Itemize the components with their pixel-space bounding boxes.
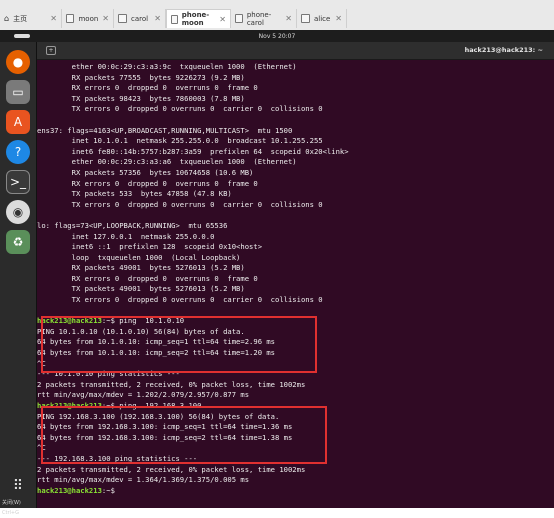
terminal-line: ens37: flags=4163<UP,BROADCAST,RUNNING,M… [37,125,293,135]
vm-icon [118,14,127,23]
bottom-caption: 关闭(W) Ctrl+G [0,498,36,516]
home-icon: ⌂ [4,14,10,23]
dock: ● ▭ A ? >_ ◉ ♻ ⠿ [0,42,36,508]
system-top-bar: Nov 5 20:07 [0,30,554,42]
tab-label: phone-carol [246,10,272,27]
terminal-line: --- 10.1.0.10 ping statistics --- [37,369,180,379]
terminal-output[interactable]: ether 00:0c:29:c3:a3:9c txqueuelen 1000 … [37,62,554,508]
tab-phone-moon[interactable]: phone-moon ✕ [166,9,231,28]
tab-label: carol [131,14,149,23]
tab-label: moon [78,14,99,23]
app-store-icon[interactable]: A [6,110,30,134]
vm-icon [301,14,310,23]
terminal-line: TX errors 0 dropped 0 overruns 0 carrier… [37,104,323,114]
terminal-line: lo: flags=73<UP,LOOPBACK,RUNNING> mtu 65… [37,220,228,230]
terminal-line: inet 127.0.0.1 netmask 255.0.0.0 [37,231,215,241]
close-icon[interactable]: ✕ [285,14,292,23]
terminal-line: RX errors 0 dropped 0 overruns 0 frame 0 [37,83,258,93]
terminal-line: RX packets 77555 bytes 9226273 (9.2 MB) [37,72,245,82]
terminal-line: hack213@hack213:~$ ping 10.1.0.10 [37,316,554,327]
terminal-header: + hack213@hack213: ~ [37,42,554,60]
shell-command: :~$ ping 192.168.3.100 [101,401,202,410]
terminal-icon[interactable]: >_ [6,170,30,194]
terminal-line: --- 192.168.3.100 ping statistics --- [37,453,198,463]
tab-strip: ⌂ 主页 ✕ moon ✕ carol ✕ phone-moon ✕ phone… [0,0,554,31]
terminal-line: hack213@hack213:~$ [37,486,554,497]
terminal-window[interactable]: + hack213@hack213: ~ ether 00:0c:29:c3:a… [36,42,554,508]
activities-indicator[interactable] [14,34,30,38]
terminal-line: PING 10.1.0.10 (10.1.0.10) 56(84) bytes … [37,326,245,336]
terminal-line: 64 bytes from 10.1.0.10: icmp_seq=1 ttl=… [37,337,275,347]
terminal-line: rtt min/avg/max/mdev = 1.364/1.369/1.375… [37,475,250,485]
terminal-line: 2 packets transmitted, 2 received, 0% pa… [37,379,306,389]
close-icon[interactable]: ✕ [102,14,109,23]
terminal-line: PING 192.168.3.100 (192.168.3.100) 56(84… [37,411,280,421]
terminal-line: 64 bytes from 10.1.0.10: icmp_seq=2 ttl=… [37,348,275,358]
shell-command: :~$ [101,485,115,495]
close-icon[interactable]: ✕ [154,14,161,23]
terminal-line: inet 10.1.0.1 netmask 255.255.0.0 broadc… [37,136,323,146]
terminal-line: ether 00:0c:29:c3:a3:a6 txqueuelen 1000 … [37,157,297,167]
terminal-line: RX errors 0 dropped 0 overruns 0 frame 0 [37,273,258,283]
terminal-line: inet6 ::1 prefixlen 128 scopeid 0x10<hos… [37,242,263,252]
terminal-line: inet6 fe80::14b:5757:b287:3a59 prefixlen… [37,146,349,156]
close-icon[interactable]: ✕ [50,14,57,23]
terminal-line: TX packets 533 bytes 47858 (47.8 KB) [37,189,232,199]
terminal-line: TX packets 98423 bytes 7860003 (7.8 MB) [37,93,245,103]
terminal-line: ether 00:0c:29:c3:a3:9c txqueuelen 1000 … [37,62,297,71]
terminal-line: ^C [37,358,46,368]
tab-phone-carol[interactable]: phone-carol ✕ [231,9,297,28]
vm-icon [66,14,75,23]
files-icon[interactable]: ▭ [6,80,30,104]
new-tab-icon[interactable]: + [46,46,56,55]
tab-home[interactable]: ⌂ 主页 ✕ [0,9,62,28]
tab-label: phone-moon [181,11,210,27]
tab-moon[interactable]: moon ✕ [62,9,114,28]
tab-carol[interactable]: carol ✕ [114,9,166,28]
terminal-line: TX packets 49001 bytes 5276013 (5.2 MB) [37,284,245,294]
tab-alice[interactable]: alice ✕ [297,9,347,28]
tab-label: 主页 [13,14,28,23]
clock[interactable]: Nov 5 20:07 [259,33,296,40]
vm-icon [171,14,178,24]
terminal-line: 64 bytes from 192.168.3.100: icmp_seq=1 … [37,422,293,432]
terminal-line: RX packets 57356 bytes 10674658 (10.6 MB… [37,167,254,177]
terminal-line: ^C [37,443,46,453]
vm-icon [235,14,243,23]
terminal-line: RX packets 49001 bytes 5276013 (5.2 MB) [37,263,245,273]
help-icon[interactable]: ? [6,140,30,164]
app-grid-icon[interactable]: ⠿ [6,474,30,498]
tab-label: alice [314,14,331,23]
shell-command: :~$ ping 10.1.0.10 [101,316,185,326]
close-icon[interactable]: ✕ [219,15,226,24]
trash-icon[interactable]: ♻ [6,230,30,254]
terminal-line: 2 packets transmitted, 2 received, 0% pa… [37,464,306,474]
close-icon[interactable]: ✕ [335,14,342,23]
disc-icon[interactable]: ◉ [6,200,30,224]
terminal-line: rtt min/avg/max/mdev = 1.202/2.079/2.957… [37,390,250,400]
terminal-line: RX errors 0 dropped 0 overruns 0 frame 0 [37,178,258,188]
shell-prompt: hack213@hack213 [37,485,102,495]
firefox-icon[interactable]: ● [6,50,30,74]
terminal-line: TX errors 0 dropped 0 overruns 0 carrier… [37,295,323,305]
terminal-line: loop txqueuelen 1000 (Local Loopback) [37,252,241,262]
shell-prompt: hack213@hack213 [37,401,102,410]
terminal-line: TX errors 0 dropped 0 overruns 0 carrier… [37,199,323,209]
terminal-line: hack213@hack213:~$ ping 192.168.3.100 [37,401,554,412]
terminal-title: hack213@hack213: ~ [464,46,543,54]
terminal-line: 64 bytes from 192.168.3.100: icmp_seq=2 … [37,432,293,442]
shell-prompt: hack213@hack213 [37,316,102,326]
